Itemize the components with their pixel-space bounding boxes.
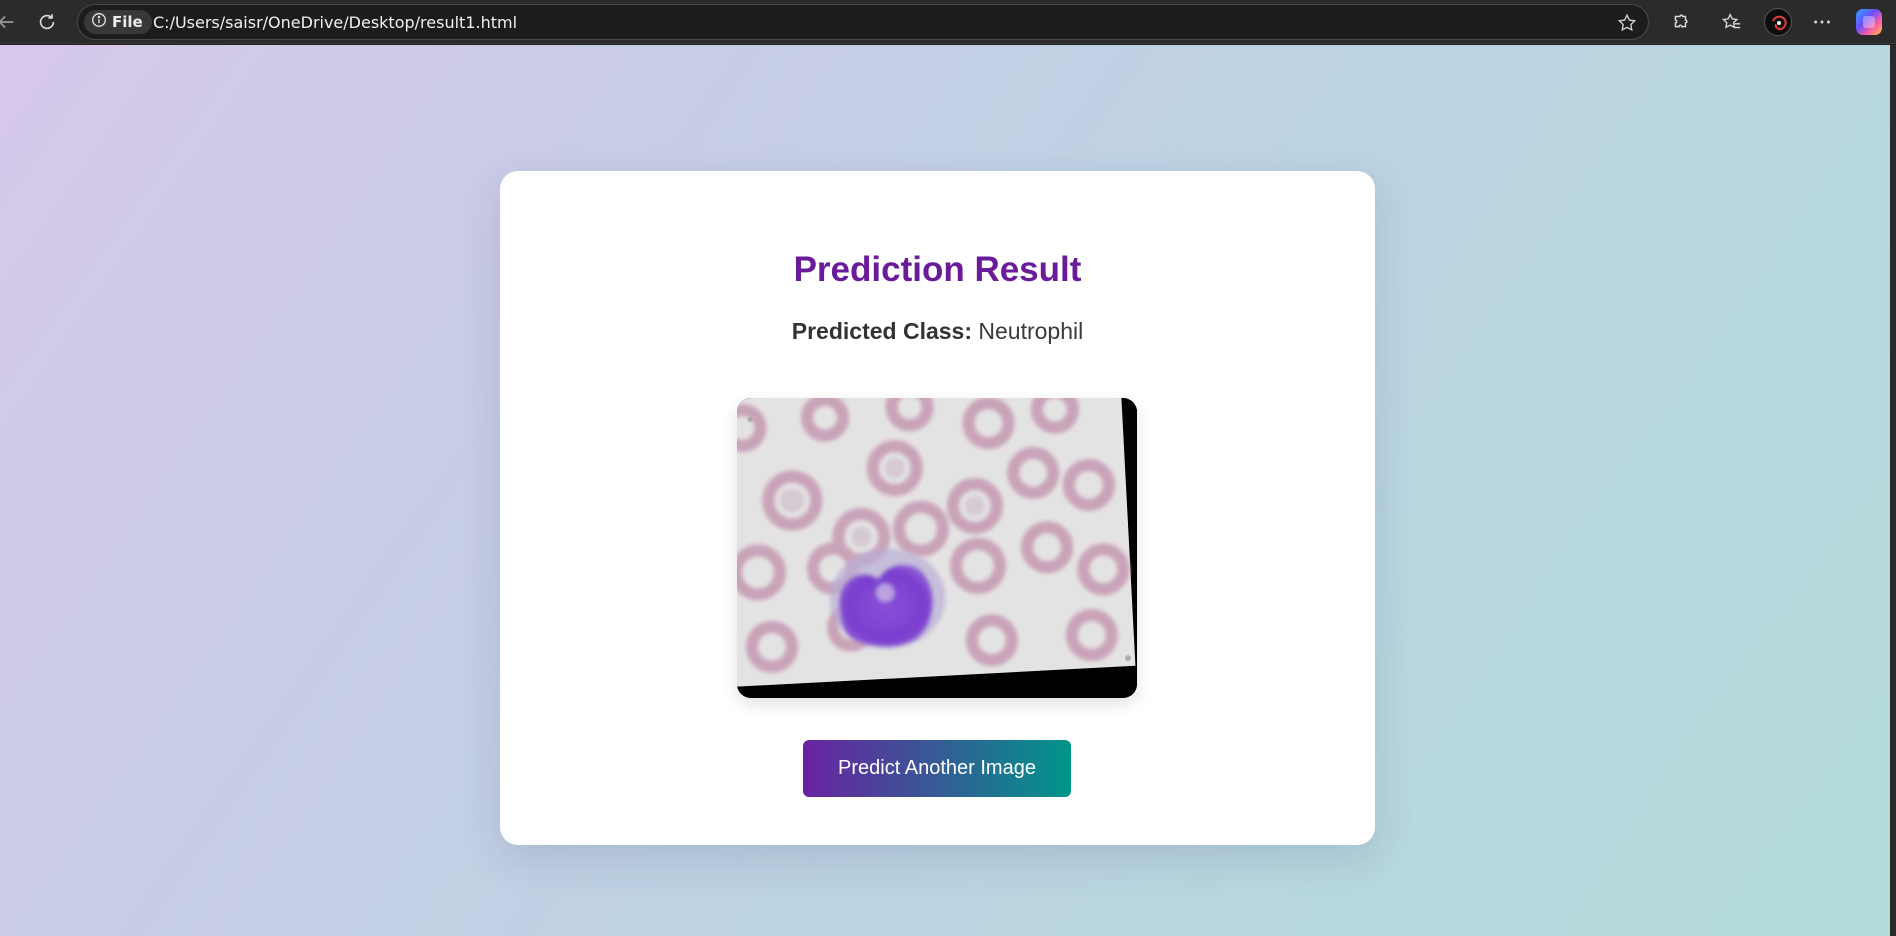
copilot-icon[interactable]: [1856, 9, 1882, 35]
puzzle-icon[interactable]: [1668, 10, 1692, 34]
profile-avatar[interactable]: [1764, 8, 1792, 36]
window-edge: [1890, 45, 1896, 936]
reload-icon[interactable]: [35, 10, 59, 34]
page-viewport: Prediction Result Predicted Class: Neutr…: [0, 45, 1896, 936]
favorites-icon[interactable]: [1720, 10, 1744, 34]
more-icon[interactable]: [1810, 10, 1834, 34]
star-icon[interactable]: [1616, 12, 1638, 34]
url-text[interactable]: C:/Users/saisr/OneDrive/Desktop/result1.…: [153, 13, 517, 33]
site-info-button[interactable]: File: [84, 10, 152, 34]
info-icon: [91, 12, 107, 32]
back-arrow-icon[interactable]: [0, 10, 18, 34]
predicted-class-label: Predicted Class:: [791, 318, 972, 344]
predicted-class-value: Neutrophil: [978, 318, 1084, 344]
browser-toolbar: File C:/Users/saisr/OneDrive/Desktop/res…: [0, 0, 1896, 44]
result-card: Prediction Result Predicted Class: Neutr…: [500, 171, 1375, 845]
predict-another-button[interactable]: Predict Another Image: [803, 740, 1071, 797]
predicted-class-line: Predicted Class: Neutrophil: [500, 317, 1375, 345]
page-title: Prediction Result: [793, 250, 1082, 289]
address-bar[interactable]: File C:/Users/saisr/OneDrive/Desktop/res…: [77, 4, 1649, 40]
site-label: File: [112, 13, 143, 31]
uploaded-cell-image: [737, 398, 1137, 698]
